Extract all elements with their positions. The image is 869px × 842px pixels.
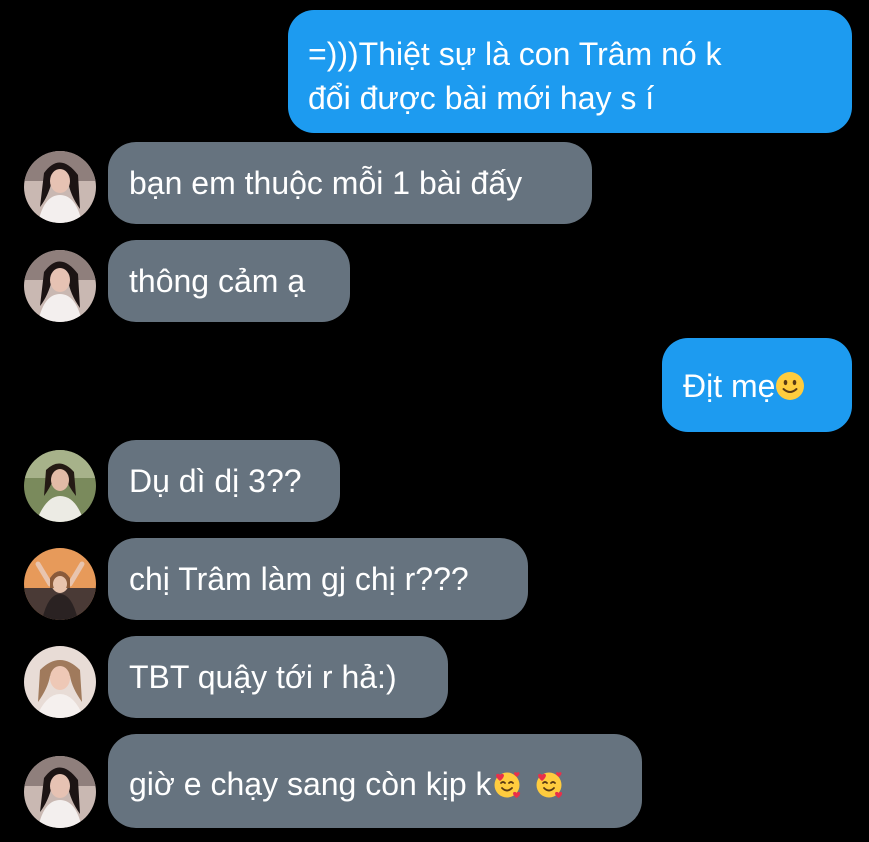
incoming-message-bubble[interactable]: TBT quậy tới r hả:) xyxy=(108,636,448,718)
message-text-line: đổi được bài mới hay s í xyxy=(308,80,655,116)
contact-avatar[interactable] xyxy=(24,450,96,522)
message-text: thông cảm ạ xyxy=(129,263,306,299)
message-text: giờ e chạy sang còn kịp k xyxy=(129,766,492,802)
contact-avatar[interactable] xyxy=(24,250,96,322)
outgoing-message-bubble[interactable]: Địt mẹ xyxy=(662,338,852,432)
incoming-message-bubble[interactable]: bạn em thuộc mỗi 1 bài đấy xyxy=(108,142,592,224)
incoming-message-bubble[interactable]: thông cảm ạ xyxy=(108,240,350,322)
message-text: Dụ dì dị 3?? xyxy=(129,463,302,499)
contact-avatar[interactable] xyxy=(24,548,96,620)
message-text: TBT quậy tới r hả:) xyxy=(129,659,397,695)
incoming-message-bubble[interactable]: Dụ dì dị 3?? xyxy=(108,440,340,522)
message-text: chị Trâm làm gj chị r??? xyxy=(129,561,469,597)
incoming-message-bubble[interactable]: chị Trâm làm gj chị r??? xyxy=(108,538,528,620)
avatar-girl-white-top-icon xyxy=(24,151,96,223)
slightly-smiling-face-icon xyxy=(776,372,805,400)
message-text: Địt mẹ xyxy=(683,368,776,404)
avatar-girl-white-top-icon xyxy=(24,756,96,828)
incoming-message-bubble[interactable]: giờ e chạy sang còn kịp k xyxy=(108,734,642,828)
message-text-line: =)))Thiệt sự là con Trâm nó k xyxy=(308,36,722,72)
message-text: bạn em thuộc mỗi 1 bài đấy xyxy=(129,165,523,201)
avatar-girl-sunset-icon xyxy=(24,548,96,620)
smiling-face-with-hearts-icon xyxy=(536,772,562,798)
contact-avatar[interactable] xyxy=(24,646,96,718)
smiling-face-with-hearts-icon xyxy=(494,772,520,798)
avatar-girl-white-top-icon xyxy=(24,250,96,322)
contact-avatar[interactable] xyxy=(24,756,96,828)
avatar-girl-light-hair-icon xyxy=(24,646,96,718)
contact-avatar[interactable] xyxy=(24,151,96,223)
outgoing-message-bubble[interactable]: =)))Thiệt sự là con Trâm nó k đổi được b… xyxy=(288,10,852,133)
avatar-girl-outdoor-icon xyxy=(24,450,96,522)
